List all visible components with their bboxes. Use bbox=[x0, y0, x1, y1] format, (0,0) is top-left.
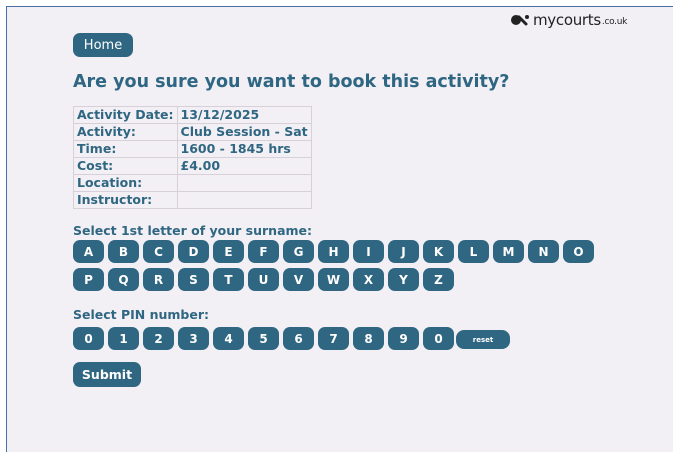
letter-key-x[interactable]: X bbox=[353, 268, 384, 291]
mycourts-logo[interactable]: mycourts .co.uk bbox=[510, 11, 627, 29]
letter-key-p[interactable]: P bbox=[73, 268, 104, 291]
pin-label: Select PIN number: bbox=[73, 307, 210, 322]
pin-key-1[interactable]: 1 bbox=[108, 327, 139, 350]
details-row: Activity Date: 13/12/2025 bbox=[73, 106, 312, 124]
pin-key-6[interactable]: 6 bbox=[283, 327, 314, 350]
pin-key-0[interactable]: 0 bbox=[73, 327, 104, 350]
pin-key-3[interactable]: 3 bbox=[178, 327, 209, 350]
pin-key-7[interactable]: 7 bbox=[318, 327, 349, 350]
details-value: £4.00 bbox=[176, 157, 312, 175]
details-value bbox=[176, 191, 312, 209]
details-label: Time: bbox=[73, 140, 178, 158]
letter-key-t[interactable]: T bbox=[213, 268, 244, 291]
letter-key-z[interactable]: Z bbox=[423, 268, 454, 291]
letter-key-m[interactable]: M bbox=[493, 240, 524, 263]
details-value: 1600 - 1845 hrs bbox=[176, 140, 312, 158]
details-label: Activity Date: bbox=[73, 106, 178, 124]
letter-key-b[interactable]: B bbox=[108, 240, 139, 263]
letter-key-k[interactable]: K bbox=[423, 240, 454, 263]
letter-key-l[interactable]: L bbox=[458, 240, 489, 263]
logo-text: mycourts bbox=[533, 11, 601, 29]
page-title: Are you sure you want to book this activ… bbox=[73, 72, 510, 92]
letter-key-h[interactable]: H bbox=[318, 240, 349, 263]
details-row: Activity: Club Session - Sat bbox=[73, 123, 312, 141]
surname-letter-label: Select 1st letter of your surname: bbox=[73, 223, 313, 238]
letter-key-a[interactable]: A bbox=[73, 240, 104, 263]
letter-key-e[interactable]: E bbox=[213, 240, 244, 263]
letter-key-o[interactable]: O bbox=[563, 240, 594, 263]
pin-key-5[interactable]: 5 bbox=[248, 327, 279, 350]
pin-key-2[interactable]: 2 bbox=[143, 327, 174, 350]
pin-key-8[interactable]: 8 bbox=[353, 327, 384, 350]
letter-key-n[interactable]: N bbox=[528, 240, 559, 263]
details-value bbox=[176, 174, 312, 192]
letter-key-d[interactable]: D bbox=[178, 240, 209, 263]
letter-key-i[interactable]: I bbox=[353, 240, 384, 263]
details-label: Location: bbox=[73, 174, 178, 192]
pin-key-0[interactable]: 0 bbox=[423, 327, 454, 350]
logo-suffix: .co.uk bbox=[601, 16, 628, 27]
letter-key-y[interactable]: Y bbox=[388, 268, 419, 291]
letter-key-r[interactable]: R bbox=[143, 268, 174, 291]
home-button[interactable]: Home bbox=[73, 33, 133, 57]
details-label: Activity: bbox=[73, 123, 178, 141]
activity-details-table: Activity Date: 13/12/2025 Activity: Club Se… bbox=[73, 106, 312, 209]
pin-reset-button[interactable]: reset bbox=[456, 330, 510, 349]
letter-key-q[interactable]: Q bbox=[108, 268, 139, 291]
details-value: Club Session - Sat bbox=[176, 123, 312, 141]
letter-key-f[interactable]: F bbox=[248, 240, 279, 263]
letter-key-s[interactable]: S bbox=[178, 268, 209, 291]
details-row: Location: bbox=[73, 174, 312, 192]
pin-key-9[interactable]: 9 bbox=[388, 327, 419, 350]
letter-key-g[interactable]: G bbox=[283, 240, 314, 263]
details-label: Cost: bbox=[73, 157, 178, 175]
details-row: Cost: £4.00 bbox=[73, 157, 312, 175]
letter-key-v[interactable]: V bbox=[283, 268, 314, 291]
submit-button[interactable]: Submit bbox=[73, 362, 141, 387]
details-label: Instructor: bbox=[73, 191, 178, 209]
details-value: 13/12/2025 bbox=[176, 106, 312, 124]
letter-key-u[interactable]: U bbox=[248, 268, 279, 291]
pin-key-4[interactable]: 4 bbox=[213, 327, 244, 350]
letter-key-w[interactable]: W bbox=[318, 268, 349, 291]
letter-key-c[interactable]: C bbox=[143, 240, 174, 263]
details-row: Time: 1600 - 1845 hrs bbox=[73, 140, 312, 158]
tennis-logo-icon bbox=[511, 15, 529, 26]
details-row: Instructor: bbox=[73, 191, 312, 209]
letter-key-j[interactable]: J bbox=[388, 240, 419, 263]
